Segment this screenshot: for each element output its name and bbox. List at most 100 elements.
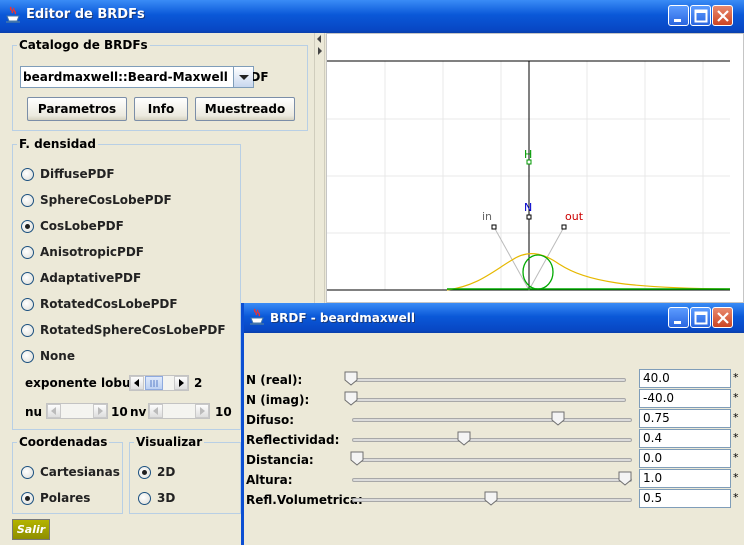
radio-none[interactable]: None xyxy=(21,347,75,365)
close-icon xyxy=(717,312,729,324)
arrow-left-icon xyxy=(134,379,139,387)
radio-rotatedcoslobepdf[interactable]: RotatedCosLobePDF xyxy=(21,295,178,313)
main-window-title: Editor de BRDFs xyxy=(26,7,145,22)
param-mark: * xyxy=(733,451,739,464)
radio-button[interactable] xyxy=(21,271,34,285)
close-icon xyxy=(717,10,729,22)
radio-spherecoslobepdf[interactable]: SphereCosLobePDF xyxy=(21,191,172,209)
radio-button[interactable] xyxy=(138,491,151,505)
radio-button[interactable] xyxy=(21,349,34,363)
param-slider-thumb[interactable] xyxy=(551,411,565,426)
scroll-left-button[interactable] xyxy=(130,376,144,390)
param-value-field[interactable]: 40.0 xyxy=(639,369,731,388)
param-value-field[interactable]: 0.0 xyxy=(639,449,731,468)
param-slider-track[interactable] xyxy=(352,478,632,482)
arrow-right-icon xyxy=(200,407,205,415)
param-slider-thumb[interactable] xyxy=(344,371,358,386)
in-label: in xyxy=(482,210,492,223)
main-title-bar[interactable]: Editor de BRDFs xyxy=(0,0,744,33)
exponente-scrollbar[interactable] xyxy=(129,375,189,391)
param-mark: * xyxy=(733,371,739,384)
param-slider-thumb[interactable] xyxy=(344,391,358,406)
maximize-button[interactable] xyxy=(690,5,711,26)
brdf-plot[interactable]: H N in out xyxy=(326,33,744,303)
brdf-plot-canvas: H N in out xyxy=(327,60,731,291)
nv-label: nv xyxy=(130,405,147,419)
param-label: N (imag): xyxy=(246,393,310,407)
radio-button[interactable] xyxy=(21,465,34,479)
param-slider-track[interactable] xyxy=(352,438,632,442)
param-slider-track[interactable] xyxy=(346,378,626,382)
arrow-right-icon xyxy=(179,379,184,387)
param-mark: * xyxy=(733,431,739,444)
radio-button-checked[interactable] xyxy=(21,219,34,233)
minimize-icon xyxy=(674,19,681,22)
param-value-field[interactable]: 0.5 xyxy=(639,489,731,508)
radio-button[interactable] xyxy=(21,245,34,259)
brdf-select[interactable]: beardmaxwell::Beard-Maxwell BRDF xyxy=(20,66,269,88)
exponente-thumb[interactable] xyxy=(145,376,163,390)
param-slider-thumb[interactable] xyxy=(618,471,632,486)
radio-button[interactable] xyxy=(21,193,34,207)
radio-adaptativepdf[interactable]: AdaptativePDF xyxy=(21,269,141,287)
param-value-field[interactable]: 0.4 xyxy=(639,429,731,448)
radio-button-checked[interactable] xyxy=(21,491,34,505)
scroll-right-button[interactable] xyxy=(93,404,107,418)
param-value-field[interactable]: 0.75 xyxy=(639,409,731,428)
param-slider-track[interactable] xyxy=(346,398,626,402)
brdf-minimize-button[interactable] xyxy=(668,307,689,328)
java-cup-icon xyxy=(250,308,264,325)
brdf-params-window: BRDF - beardmaxwell N (real): 40.0 * N (ima… xyxy=(241,303,744,545)
radio-polares[interactable]: Polares xyxy=(21,489,90,507)
minimize-icon xyxy=(674,321,681,324)
param-slider-thumb[interactable] xyxy=(484,491,498,506)
main-window: Editor de BRDFs Catalogo de BRDFs beardm… xyxy=(0,0,744,545)
radio-rotatedspherecoslobepdf[interactable]: RotatedSphereCosLobePDF xyxy=(21,321,226,339)
param-slider-thumb[interactable] xyxy=(350,451,364,466)
scroll-right-button[interactable] xyxy=(174,376,188,390)
nu-scrollbar[interactable] xyxy=(46,403,108,419)
coordenadas-legend: Coordenadas xyxy=(17,435,110,449)
minimize-button[interactable] xyxy=(668,5,689,26)
nu-label: nu xyxy=(25,405,43,419)
scroll-right-button[interactable] xyxy=(195,404,209,418)
brdf-maximize-button[interactable] xyxy=(690,307,711,328)
radio-coslobepdf[interactable]: CosLobePDF xyxy=(21,217,124,235)
radio-diffusepdf[interactable]: DiffusePDF xyxy=(21,165,115,183)
catalog-panel: Catalogo de BRDFs beardmaxwell::Beard-Ma… xyxy=(12,38,308,131)
param-mark: * xyxy=(733,411,739,424)
parametros-button[interactable]: Parametros xyxy=(27,97,127,121)
visualizar-panel: Visualizar 2D 3D xyxy=(129,435,241,514)
brdf-lobe-curve xyxy=(446,253,731,291)
param-slider-thumb[interactable] xyxy=(457,431,471,446)
scroll-left-button[interactable] xyxy=(47,404,61,418)
radio-button-checked[interactable] xyxy=(138,465,151,479)
brdf-close-button[interactable] xyxy=(712,307,733,328)
param-value-field[interactable]: -40.0 xyxy=(639,389,731,408)
densidad-panel: F. densidad DiffusePDF SphereCosLobePDF … xyxy=(12,137,241,430)
param-slider-track[interactable] xyxy=(352,458,632,462)
param-label: Difuso: xyxy=(246,413,295,427)
radio-button[interactable] xyxy=(21,297,34,311)
radio-anisotropicpdf[interactable]: AnisotropicPDF xyxy=(21,243,144,261)
radio-3d[interactable]: 3D xyxy=(138,489,175,507)
scroll-left-button[interactable] xyxy=(149,404,163,418)
radio-2d[interactable]: 2D xyxy=(138,463,175,481)
muestreado-button[interactable]: Muestreado xyxy=(195,97,295,121)
info-button[interactable]: Info xyxy=(134,97,188,121)
radio-cartesianas[interactable]: Cartesianas xyxy=(21,463,120,481)
radio-button[interactable] xyxy=(21,323,34,337)
nv-scrollbar[interactable] xyxy=(148,403,210,419)
param-value-field[interactable]: 1.0 xyxy=(639,469,731,488)
param-label: Distancia: xyxy=(246,453,314,467)
maximize-icon xyxy=(694,311,708,325)
chevron-down-icon xyxy=(239,75,249,80)
close-button[interactable] xyxy=(712,5,733,26)
radio-button[interactable] xyxy=(21,167,34,181)
brdf-select-arrow[interactable] xyxy=(233,67,253,87)
salir-button[interactable]: Salir xyxy=(12,519,50,540)
n-vector-marker xyxy=(526,214,532,220)
arrow-left-icon xyxy=(51,407,56,415)
brdf-title-bar[interactable]: BRDF - beardmaxwell xyxy=(244,303,744,333)
param-slider-track[interactable] xyxy=(352,418,632,422)
